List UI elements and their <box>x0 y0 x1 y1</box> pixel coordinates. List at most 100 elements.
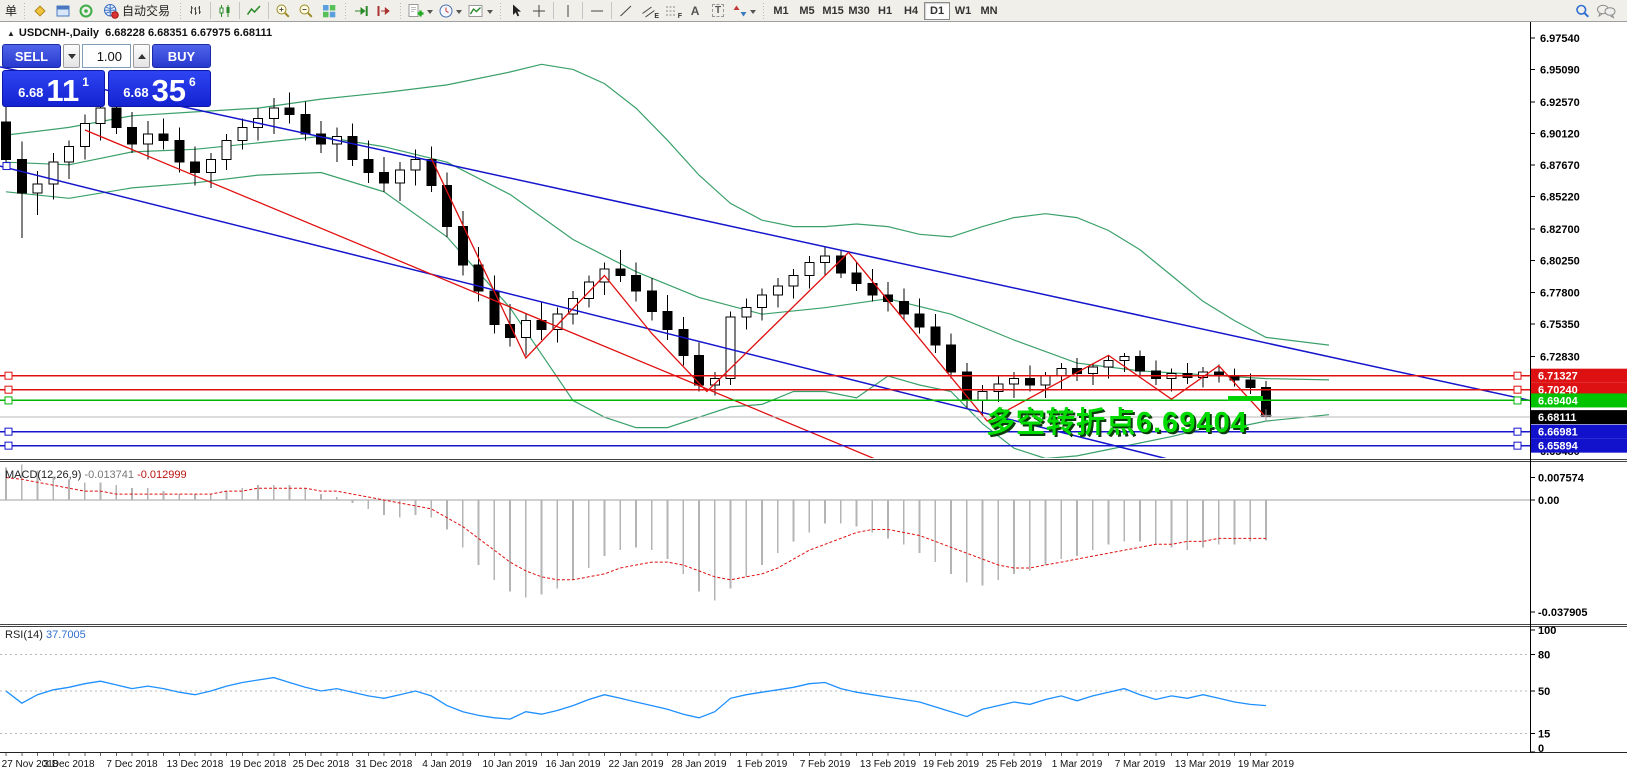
buy-price-tile[interactable]: 6.68 35 6 <box>108 70 211 107</box>
candlestick-mode-button[interactable] <box>214 1 236 20</box>
auto-scroll-button[interactable] <box>350 1 372 20</box>
candle-body <box>789 276 798 286</box>
gold-diamond-icon[interactable] <box>29 1 51 20</box>
fibonacci-tool-button[interactable]: F <box>661 1 683 20</box>
period-clock-button[interactable] <box>436 1 464 20</box>
candle-body <box>222 140 231 159</box>
buy-button[interactable]: BUY <box>152 44 211 68</box>
timeframe-m30[interactable]: M30 <box>846 2 872 20</box>
market-watch-window-icon[interactable] <box>52 1 74 20</box>
candle-body <box>269 108 278 118</box>
date-axis-label: 1 Mar 2019 <box>1052 759 1103 770</box>
horizontal-line-tool-button[interactable] <box>586 1 608 20</box>
timeframe-h1[interactable]: H1 <box>872 2 898 20</box>
buy-price-whole: 6.68 <box>123 85 148 100</box>
toolbar-grip[interactable] <box>178 3 182 19</box>
candle-body <box>1088 367 1097 373</box>
label-t-glyph: T <box>712 4 724 17</box>
timeframe-w1[interactable]: W1 <box>950 2 976 20</box>
date-axis-label: 13 Feb 2019 <box>860 759 917 770</box>
line-handle[interactable] <box>1514 397 1521 404</box>
line-handle[interactable] <box>1514 442 1521 449</box>
candle-body <box>395 170 404 183</box>
bar-chart-mode-button[interactable] <box>185 1 207 20</box>
volume-decrease-button[interactable] <box>63 44 80 68</box>
line-handle[interactable] <box>5 397 12 404</box>
search-icon[interactable] <box>1571 1 1593 20</box>
chat-icon[interactable] <box>1594 1 1618 20</box>
toolbar-separator <box>239 2 240 19</box>
line-handle[interactable] <box>1514 386 1521 393</box>
sell-price-tile[interactable]: 6.68 11 1 <box>2 70 105 107</box>
text-label-tool-button[interactable]: T <box>707 1 729 20</box>
trendline-tool-button[interactable] <box>615 1 637 20</box>
timeframe-m1[interactable]: M1 <box>768 2 794 20</box>
toolbar-grip[interactable] <box>398 3 402 19</box>
timeframe-m5[interactable]: M5 <box>794 2 820 20</box>
toolbar-button-partial[interactable]: 单 <box>3 1 19 20</box>
line-handle[interactable] <box>5 442 12 449</box>
price-marker-value[interactable]: 6.68111 <box>1538 412 1577 424</box>
toolbar-grip[interactable] <box>343 3 347 19</box>
candle-body <box>742 308 751 317</box>
arrows-tool-button[interactable] <box>730 1 758 20</box>
tile-windows-button[interactable] <box>318 1 340 20</box>
price-axis-tick-label: 6.90120 <box>1540 129 1580 141</box>
rsi-axis-label: 0 <box>1538 743 1544 755</box>
macd-value-main: -0.013741 <box>84 469 134 481</box>
timeframe-d1[interactable]: D1 <box>924 2 950 20</box>
candle-body <box>663 312 672 330</box>
indicators-template-button[interactable] <box>465 1 495 20</box>
new-order-button[interactable] <box>405 1 435 20</box>
partial-button-label: 单 <box>5 2 17 19</box>
candle-body <box>1104 361 1113 367</box>
line-handle[interactable] <box>1514 372 1521 379</box>
price-marker-value[interactable]: 6.65894 <box>1538 441 1579 453</box>
price-marker-value[interactable]: 6.66981 <box>1538 427 1578 439</box>
price-axis-tick-label: 6.87670 <box>1540 160 1580 172</box>
signal-icon[interactable] <box>75 1 97 20</box>
candle-body <box>679 330 688 356</box>
candle-body <box>1151 371 1160 379</box>
line-handle[interactable] <box>3 163 10 170</box>
line-handle[interactable] <box>5 428 12 435</box>
zoom-out-button[interactable] <box>295 1 317 20</box>
line-handle[interactable] <box>1514 428 1521 435</box>
vertical-line-tool-button[interactable] <box>557 1 579 20</box>
candle-body <box>1246 380 1255 388</box>
volume-increase-button[interactable] <box>133 44 150 68</box>
candle-body <box>285 108 294 114</box>
rsi-name: RSI(14) <box>5 629 43 641</box>
sell-button[interactable]: SELL <box>2 44 61 68</box>
timeframe-h4[interactable]: H4 <box>898 2 924 20</box>
candle-body <box>947 345 956 372</box>
equidistant-channel-tool-button[interactable]: E <box>638 1 660 20</box>
date-axis-label: 28 Jan 2019 <box>671 759 726 770</box>
collapse-arrow-icon[interactable]: ▲ <box>7 29 15 38</box>
text-tool-button[interactable]: A <box>684 1 706 20</box>
turning-point-annotation: 多空转折点6.69404 <box>986 399 1248 441</box>
cursor-tool-button[interactable] <box>505 1 527 20</box>
price-marker-value[interactable]: 6.69404 <box>1538 395 1579 407</box>
toolbar-grip[interactable] <box>498 3 502 19</box>
chart-canvas: 6.975406.950906.925706.901206.876706.852… <box>0 0 1627 773</box>
toolbar-separator <box>582 2 583 19</box>
candle-body <box>805 263 814 276</box>
price-marker-value[interactable]: 6.71327 <box>1538 371 1578 383</box>
line-handle[interactable] <box>5 386 12 393</box>
candle-body <box>632 276 641 291</box>
toolbar-grip[interactable] <box>761 3 765 19</box>
crosshair-tool-button[interactable] <box>528 1 550 20</box>
toolbar-grip[interactable] <box>22 3 26 19</box>
volume-input[interactable] <box>82 44 131 68</box>
candle-body <box>821 256 830 262</box>
triangle-down-icon <box>68 54 76 63</box>
zoom-in-button[interactable] <box>272 1 294 20</box>
timeframe-m15[interactable]: M15 <box>820 2 846 20</box>
line-chart-mode-button[interactable] <box>243 1 265 20</box>
timeframe-mn[interactable]: MN <box>976 2 1002 20</box>
date-axis-label: 3 Dec 2018 <box>43 759 95 770</box>
autotrading-button[interactable]: 自动交易 <box>98 1 175 20</box>
chart-shift-button[interactable] <box>373 1 395 20</box>
line-handle[interactable] <box>5 372 12 379</box>
